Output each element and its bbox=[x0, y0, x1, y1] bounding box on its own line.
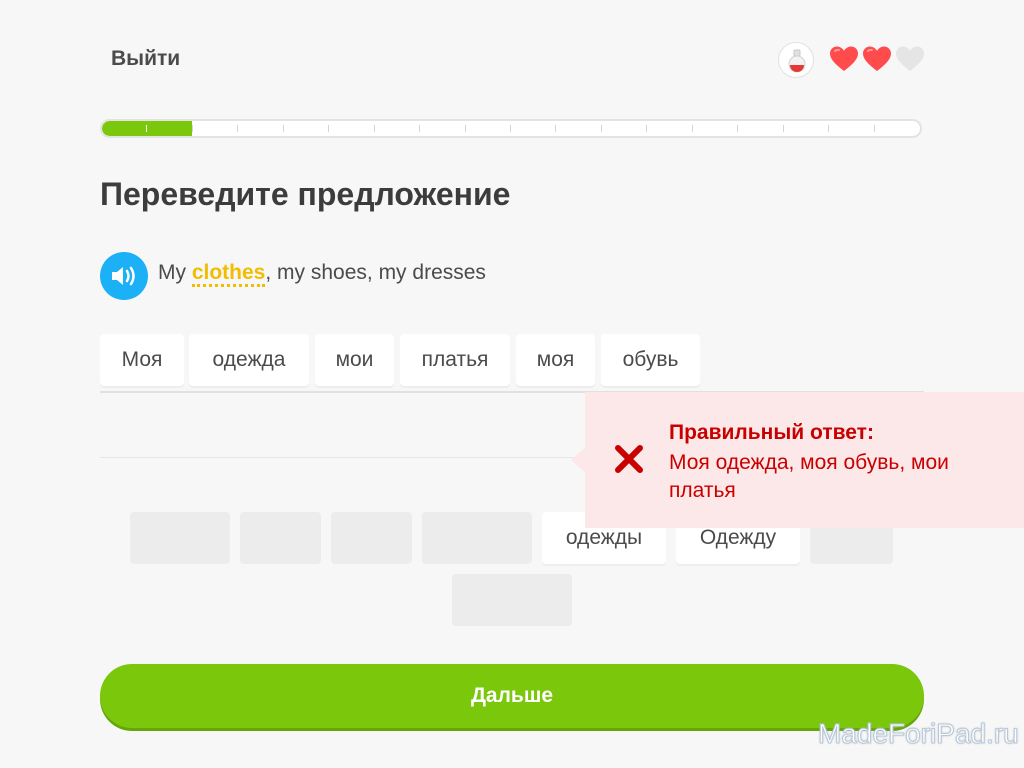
answer-word-tile[interactable]: платья bbox=[400, 334, 510, 386]
progress-tick bbox=[192, 125, 193, 132]
progress-tick bbox=[874, 125, 875, 132]
progress-tick bbox=[419, 125, 420, 132]
heart-icon bbox=[862, 45, 892, 73]
progress-tick bbox=[510, 125, 511, 132]
word-bank-slot bbox=[422, 512, 532, 564]
progress-tick bbox=[237, 125, 238, 132]
watermark: MadeForiPad.ru bbox=[818, 718, 1020, 750]
close-icon bbox=[615, 445, 643, 473]
answer-word-tile[interactable]: Моя bbox=[100, 334, 184, 386]
progress-tick bbox=[146, 125, 147, 132]
correct-answer: Моя одежда, моя обувь, мои платья bbox=[669, 451, 949, 502]
progress-tick bbox=[692, 125, 693, 132]
progress-tick bbox=[374, 125, 375, 132]
word-bank-slot bbox=[452, 574, 572, 626]
word-bank-slot bbox=[130, 512, 230, 564]
heart-icon bbox=[829, 45, 859, 73]
prompt-text: , my shoes, my dresses bbox=[265, 261, 486, 284]
feedback-notch bbox=[571, 448, 585, 472]
prompt-sentence: My clothes, my shoes, my dresses bbox=[158, 261, 486, 287]
feedback-panel: Правильный ответ: Моя одежда, моя обувь,… bbox=[585, 392, 1024, 528]
progress-tick bbox=[828, 125, 829, 132]
progress-tick bbox=[646, 125, 647, 132]
answer-word-tile[interactable]: обувь bbox=[601, 334, 700, 386]
answer-word-tile[interactable]: мои bbox=[315, 334, 394, 386]
hint-word[interactable]: clothes bbox=[191, 261, 266, 287]
progress-tick bbox=[465, 125, 466, 132]
speaker-icon bbox=[112, 266, 135, 286]
progress-tick bbox=[283, 125, 284, 132]
progress-tick bbox=[601, 125, 602, 132]
heart-icon bbox=[895, 45, 925, 73]
word-bank-slot bbox=[331, 512, 412, 564]
answer-word-tile[interactable]: одежда bbox=[189, 334, 309, 386]
speaker-button[interactable] bbox=[100, 252, 148, 300]
progress-tick bbox=[328, 125, 329, 132]
prompt-text: My bbox=[158, 261, 192, 284]
word-bank-slot bbox=[240, 512, 321, 564]
exercise-instruction: Переведите предложение bbox=[100, 176, 511, 212]
progress-tick bbox=[737, 125, 738, 132]
progress-tick bbox=[783, 125, 784, 132]
quit-button[interactable]: Выйти bbox=[111, 47, 180, 71]
continue-button[interactable]: Дальше bbox=[100, 664, 924, 728]
answer-word-tile[interactable]: моя bbox=[516, 334, 595, 386]
potion-icon[interactable] bbox=[778, 42, 814, 78]
progress-tick bbox=[555, 125, 556, 132]
feedback-heading: Правильный ответ: bbox=[669, 421, 874, 444]
progress-bar bbox=[100, 119, 922, 138]
